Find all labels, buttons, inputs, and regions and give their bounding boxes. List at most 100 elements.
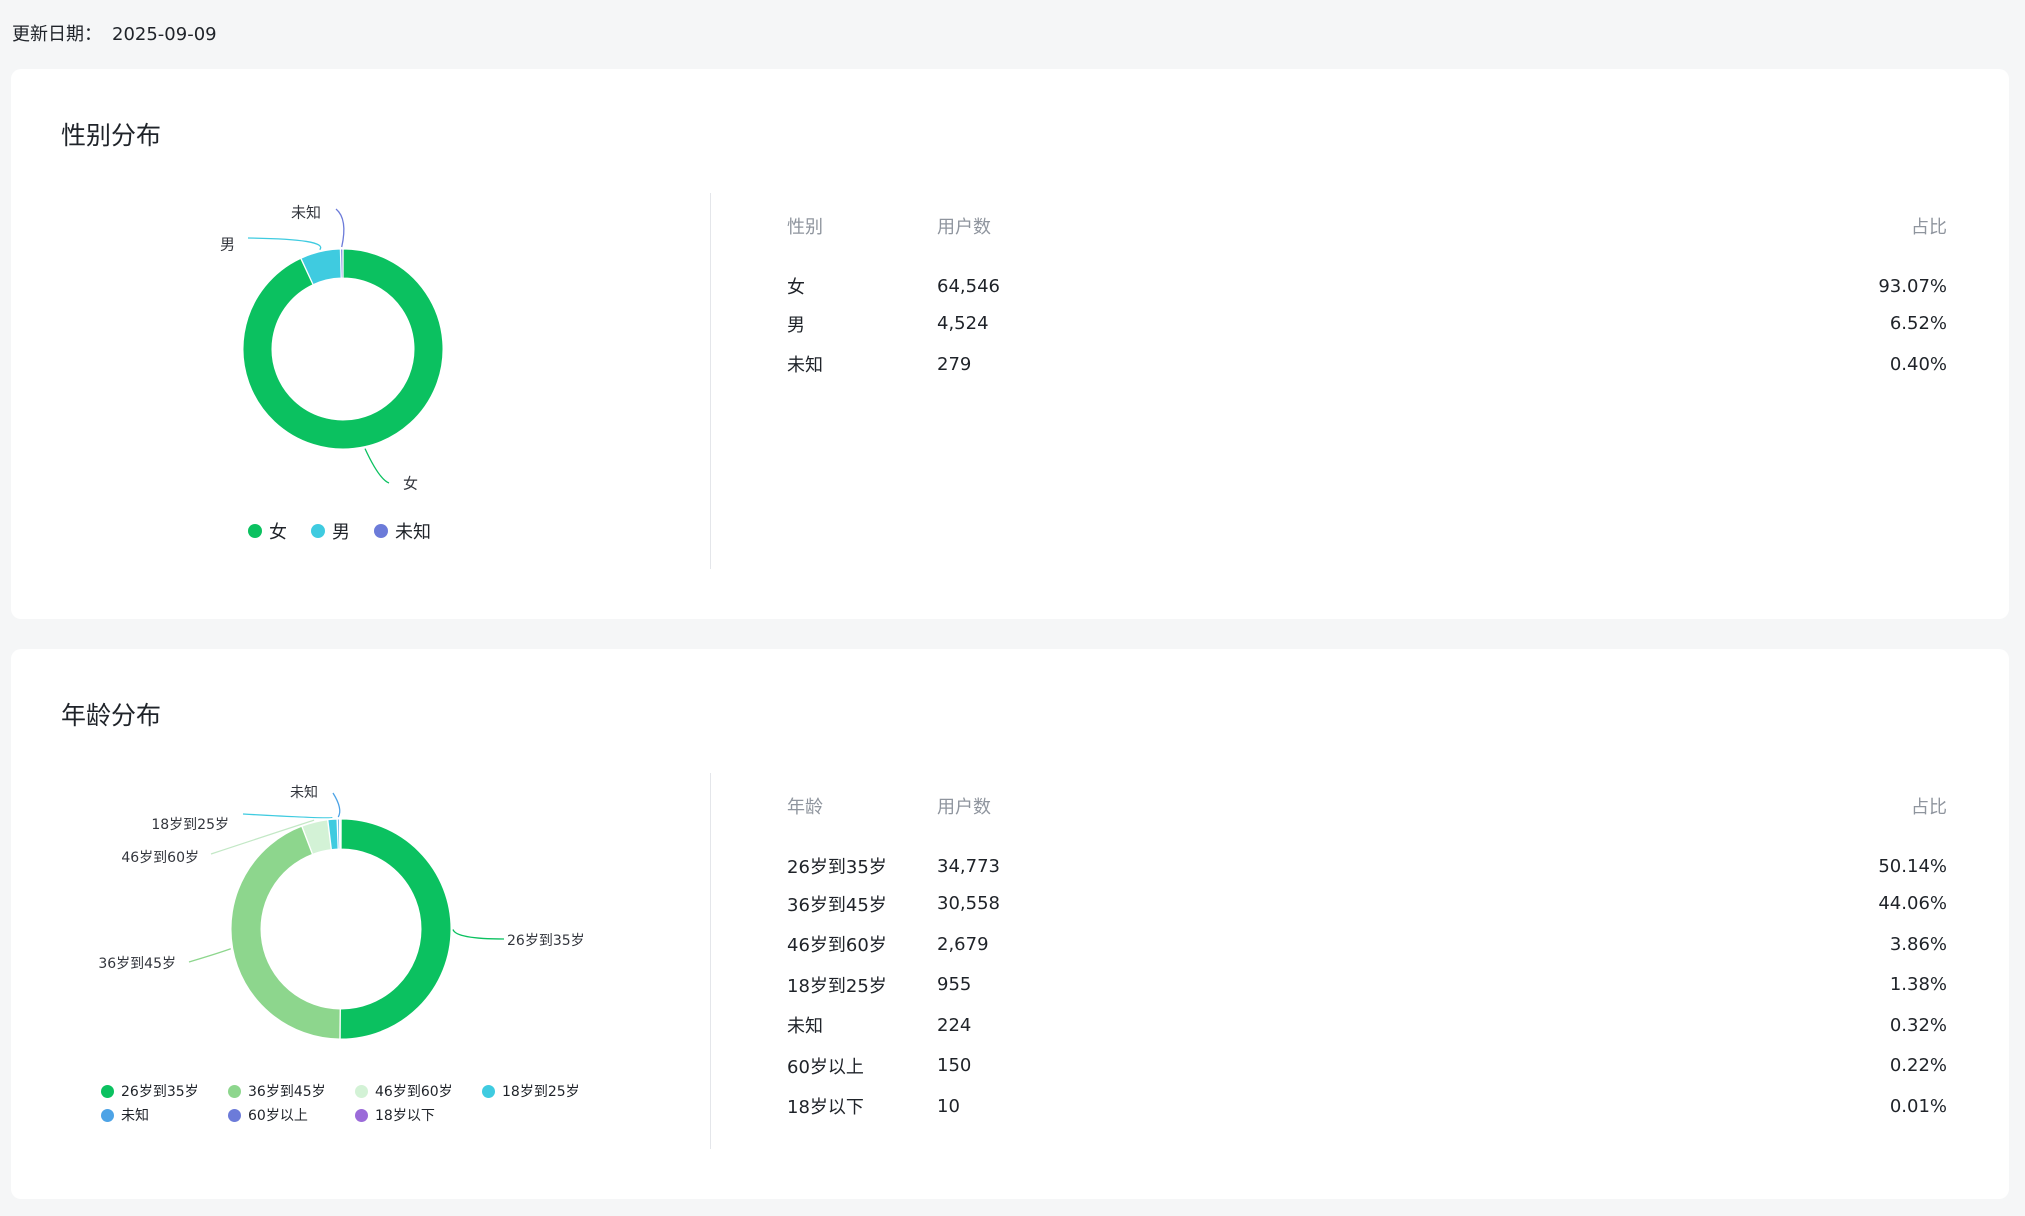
users-cell: 2,679 [937, 933, 989, 955]
users-cell: 279 [937, 353, 972, 375]
gender-cell: 男 [787, 314, 805, 336]
ratio-cell: 0.40% [1889, 353, 1947, 375]
age-cell: 36岁到45岁 [787, 894, 887, 916]
gender-leader-line-2 [335, 208, 345, 248]
table-row: 18岁以下 10 0.01% [787, 1086, 1947, 1127]
gender-slice-label-2: 未知 [291, 204, 321, 222]
age-legend-item-2[interactable]: 46岁到60岁 [355, 1081, 482, 1101]
gender-legend-item-2[interactable]: 未知 [374, 518, 431, 544]
ratio-cell: 0.01% [1889, 1095, 1947, 1117]
gender-leader-line-1 [247, 237, 322, 251]
gender-slice-label-1: 男 [220, 236, 235, 254]
age-legend-item-4[interactable]: 未知 [101, 1105, 228, 1125]
age-slice-label-1: 36岁到45岁 [98, 956, 176, 972]
age-legend-item-5[interactable]: 60岁以上 [228, 1105, 355, 1125]
age-leader-line-4 [332, 792, 341, 818]
age-cell: 60岁以上 [787, 1056, 864, 1078]
age-leader-line-0 [452, 929, 505, 940]
ratio-cell: 44.06% [1878, 893, 1947, 915]
age-legend-label: 18岁到25岁 [502, 1084, 580, 1100]
age-slice-label-0: 26岁到35岁 [507, 933, 585, 949]
gender-legend: 女 男 未知 [248, 518, 431, 544]
gender-header-ratio: 占比 [1911, 217, 1947, 238]
gender-cell: 女 [787, 277, 805, 299]
age-legend-dot-icon [482, 1084, 495, 1098]
age-slice-label-3: 18岁到25岁 [151, 817, 229, 833]
gender-cell: 未知 [787, 355, 823, 377]
age-slice-label-2: 46岁到60岁 [121, 850, 199, 866]
age-cell: 18岁以下 [787, 1097, 864, 1119]
gender-card: 性别分布 女男未知 女男未知 性别 用户数 占比 女 64,546 93.07%… [11, 69, 2009, 619]
age-divider [710, 773, 711, 1149]
table-row: 未知 224 0.32% [787, 1005, 1947, 1046]
update-date-label: 更新日期： [12, 24, 102, 45]
gender-legend-label: 女 [269, 522, 287, 543]
age-slice-1[interactable] [230, 825, 341, 1040]
age-cell: 未知 [787, 1016, 823, 1038]
ratio-cell: 3.86% [1889, 933, 1947, 955]
users-cell: 224 [937, 1014, 972, 1036]
gender-header-users: 用户数 [937, 217, 991, 238]
age-legend-dot-icon [355, 1108, 368, 1122]
users-cell: 64,546 [937, 275, 1000, 297]
gender-slice-0[interactable] [242, 248, 444, 450]
users-cell: 4,524 [937, 313, 989, 335]
age-header-age: 年龄 [787, 797, 823, 818]
table-row: 46岁到60岁 2,679 3.86% [787, 924, 1947, 965]
age-legend-label: 36岁到45岁 [248, 1084, 326, 1100]
ratio-cell: 1.38% [1889, 974, 1947, 996]
age-slice-0[interactable] [339, 818, 452, 1040]
age-leader-line-3 [242, 813, 333, 819]
update-date-row: 更新日期： 2025-09-09 [12, 20, 217, 46]
age-table: 年龄 用户数 占比 26岁到35岁 34,773 50.14% 36岁到45岁 … [787, 793, 1947, 1127]
age-card: 年龄分布 26岁到35岁 36岁到45岁 46岁到60岁 18岁到25岁 未知 26岁到… [11, 649, 2009, 1199]
age-legend: 26岁到35岁 36岁到45岁 46岁到60岁 18岁到25岁未知 60岁以上 18岁以下 [101, 1081, 661, 1125]
table-row: 18岁到25岁 955 1.38% [787, 965, 1947, 1006]
gender-header-gender: 性别 [787, 217, 823, 238]
ratio-cell: 50.14% [1878, 855, 1947, 877]
gender-leader-line-0 [364, 448, 390, 484]
users-cell: 30,558 [937, 893, 1000, 915]
age-legend-item-1[interactable]: 36岁到45岁 [228, 1081, 355, 1101]
gender-table-header: 性别 用户数 占比 [787, 213, 1947, 263]
gender-legend-item-1[interactable]: 男 [311, 518, 350, 544]
table-row: 26岁到35岁 34,773 50.14% [787, 843, 1947, 884]
age-legend-dot-icon [101, 1108, 114, 1122]
table-row: 36岁到45岁 30,558 44.06% [787, 884, 1947, 925]
age-legend-label: 未知 [121, 1108, 149, 1124]
age-legend-item-0[interactable]: 26岁到35岁 [101, 1081, 228, 1101]
age-legend-label: 26岁到35岁 [121, 1084, 199, 1100]
age-table-header: 年龄 用户数 占比 [787, 793, 1947, 843]
gender-divider [710, 193, 711, 569]
users-cell: 955 [937, 974, 972, 996]
gender-legend-dot-icon [248, 524, 262, 538]
age-header-ratio: 占比 [1911, 797, 1947, 818]
update-date-value: 2025-09-09 [112, 24, 217, 45]
age-legend-dot-icon [101, 1084, 114, 1098]
age-legend-item-6[interactable]: 18岁以下 [355, 1105, 482, 1125]
age-cell: 18岁到25岁 [787, 975, 887, 997]
gender-legend-dot-icon [374, 524, 388, 538]
ratio-cell: 0.32% [1889, 1014, 1947, 1036]
table-row: 60岁以上 150 0.22% [787, 1046, 1947, 1087]
age-legend-dot-icon [355, 1084, 368, 1098]
age-legend-dot-icon [228, 1084, 241, 1098]
gender-legend-item-0[interactable]: 女 [248, 518, 287, 544]
users-cell: 150 [937, 1055, 972, 1077]
gender-slice-2[interactable] [340, 248, 344, 279]
ratio-cell: 0.22% [1889, 1055, 1947, 1077]
age-cell: 46岁到60岁 [787, 935, 887, 957]
age-header-users: 用户数 [937, 797, 991, 818]
gender-table: 性别 用户数 占比 女 64,546 93.07% 男 4,524 6.52% … [787, 213, 1947, 385]
table-row: 未知 279 0.40% [787, 344, 1947, 385]
table-row: 女 64,546 93.07% [787, 263, 1947, 304]
users-cell: 34,773 [937, 855, 1000, 877]
ratio-cell: 6.52% [1889, 313, 1947, 335]
age-legend-item-3[interactable]: 18岁到25岁 [482, 1081, 609, 1101]
users-cell: 10 [937, 1095, 960, 1117]
gender-legend-label: 未知 [395, 522, 431, 543]
gender-legend-dot-icon [311, 524, 325, 538]
ratio-cell: 93.07% [1878, 275, 1947, 297]
age-cell: 26岁到35岁 [787, 857, 887, 879]
age-legend-label: 60岁以上 [248, 1108, 308, 1124]
